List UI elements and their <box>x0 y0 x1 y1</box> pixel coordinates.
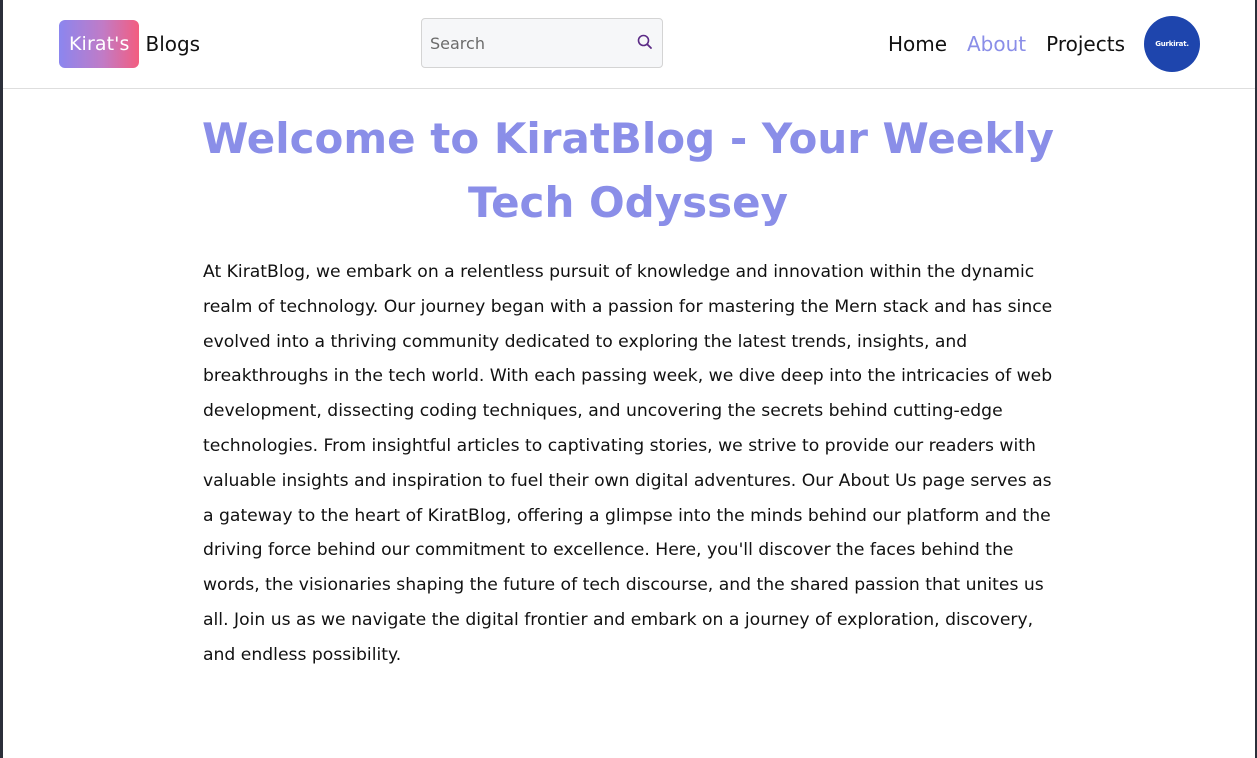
search-box <box>421 18 663 68</box>
search-input[interactable] <box>430 19 620 67</box>
nav-about-link[interactable]: About <box>967 20 1026 68</box>
search-icon[interactable] <box>636 33 654 51</box>
nav-home-link[interactable]: Home <box>888 20 947 68</box>
brand-text: Blogs <box>145 32 201 56</box>
avatar[interactable]: Gurkirat. <box>1144 16 1200 72</box>
about-paragraph: At KiratBlog, we embark on a relentless … <box>203 262 1053 665</box>
browser-viewport: Kirat's Blogs Home About Projects Gurkir… <box>0 0 1257 758</box>
avatar-label: Gurkirat. <box>1155 40 1189 48</box>
nav-links: Home About Projects <box>868 20 1125 68</box>
nav-projects-link[interactable]: Projects <box>1046 20 1125 68</box>
brand-badge: Kirat's <box>59 20 140 68</box>
page-title: Welcome to KiratBlog - Your Weekly Tech … <box>201 114 1055 227</box>
navbar: Kirat's Blogs Home About Projects Gurkir… <box>3 0 1255 89</box>
brand-logo-link[interactable]: Kirat's Blogs <box>59 20 200 68</box>
